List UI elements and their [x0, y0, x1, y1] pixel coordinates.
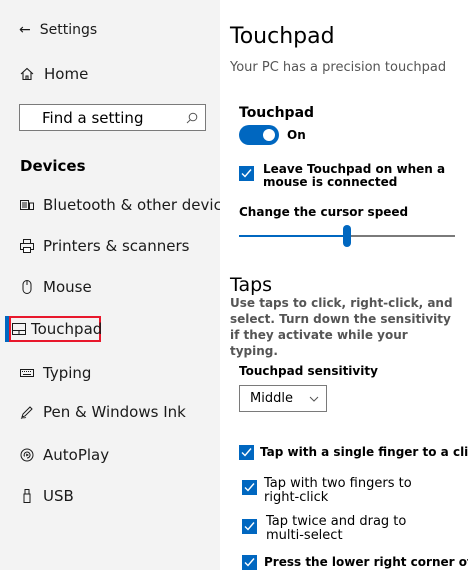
sensitivity-select[interactable]: Middle — [239, 385, 327, 412]
chevron-down-icon — [309, 396, 319, 402]
touchpad-toggle[interactable] — [239, 125, 279, 145]
nav-item-label: Touchpad — [31, 320, 103, 338]
nav-item-usb[interactable]: USB — [20, 487, 74, 505]
nav-item-autoplay[interactable]: AutoPlay — [20, 446, 109, 464]
leave-on-checkbox[interactable] — [239, 166, 254, 181]
touchpad-icon — [12, 323, 26, 335]
home-label: Home — [44, 65, 89, 83]
settings-search-input[interactable]: Find a setting — [19, 104, 206, 131]
nav-item-label: AutoPlay — [43, 446, 110, 464]
leave-on-label: Leave Touchpad on when a mouse is connec… — [263, 162, 446, 189]
nav-item-touchpad[interactable]: Touchpad — [12, 320, 102, 338]
tap-two-finger-label: Tap with two fingers to right-click — [264, 476, 412, 505]
checkmark-icon — [244, 483, 255, 492]
checkmark-icon — [244, 558, 255, 567]
nav-item-label: Bluetooth & other devices — [43, 196, 239, 214]
nav-item-home[interactable]: Home — [20, 65, 88, 83]
back-button[interactable]: ← Settings — [19, 22, 97, 38]
usb-icon — [23, 489, 31, 503]
checkmark-icon — [241, 169, 252, 178]
keyboard-icon — [20, 369, 34, 377]
printer-icon — [20, 239, 34, 253]
touchpad-settings-page: Touchpad Your PC has a precision touchpa… — [220, 0, 468, 570]
nav-item-label: Pen & Windows Ink — [43, 403, 186, 421]
nav-item-pen[interactable]: Pen & Windows Ink — [20, 403, 186, 421]
cursor-speed-thumb[interactable] — [343, 225, 351, 247]
page-title: Touchpad — [230, 24, 335, 49]
nav-item-label: Typing — [43, 364, 92, 382]
taps-description: Use taps to click, right-click, and sele… — [230, 296, 453, 358]
tap-single-checkbox[interactable] — [239, 445, 254, 460]
tap-drag-label: Tap twice and drag to multi-select — [266, 514, 407, 543]
toggle-state-label: On — [287, 128, 306, 142]
checkmark-icon — [241, 448, 252, 457]
tap-drag-checkbox[interactable] — [242, 519, 257, 534]
nav-item-label: Printers & scanners — [43, 237, 190, 255]
autoplay-icon — [20, 448, 34, 462]
touchpad-heading: Touchpad — [239, 105, 315, 121]
nav-item-label: USB — [43, 487, 74, 505]
home-icon — [20, 67, 34, 81]
tap-two-finger-checkbox[interactable] — [242, 480, 257, 495]
nav-item-printers[interactable]: Printers & scanners — [20, 237, 189, 255]
cursor-speed-label: Change the cursor speed — [239, 205, 409, 219]
mouse-icon — [22, 280, 32, 294]
nav-item-label: Mouse — [43, 278, 92, 296]
back-arrow-icon: ← — [19, 22, 31, 38]
sensitivity-label: Touchpad sensitivity — [239, 364, 378, 378]
search-placeholder: Find a setting — [42, 108, 144, 127]
cursor-speed-fill — [239, 235, 347, 237]
lower-right-corner-checkbox[interactable] — [242, 555, 257, 570]
lower-right-corner-label: Press the lower right corner of — [264, 555, 468, 569]
nav-item-mouse[interactable]: Mouse — [20, 278, 92, 296]
keyboard-pair-icon — [20, 200, 34, 210]
pen-icon — [20, 406, 33, 419]
sensitivity-value: Middle — [250, 391, 293, 406]
tap-single-label: Tap with a single finger to a click — [260, 445, 468, 459]
checkmark-icon — [244, 522, 255, 531]
nav-section-title: Devices — [20, 157, 86, 175]
nav-item-bluetooth[interactable]: Bluetooth & other devices — [20, 196, 239, 214]
settings-nav-pane: ← Settings Home Find a setting Devices B… — [0, 0, 239, 570]
taps-heading: Taps — [230, 274, 273, 296]
page-subtitle: Your PC has a precision touchpad — [230, 60, 447, 75]
nav-item-typing[interactable]: Typing — [20, 364, 91, 382]
back-label: Settings — [39, 22, 98, 38]
search-icon[interactable] — [186, 112, 198, 124]
